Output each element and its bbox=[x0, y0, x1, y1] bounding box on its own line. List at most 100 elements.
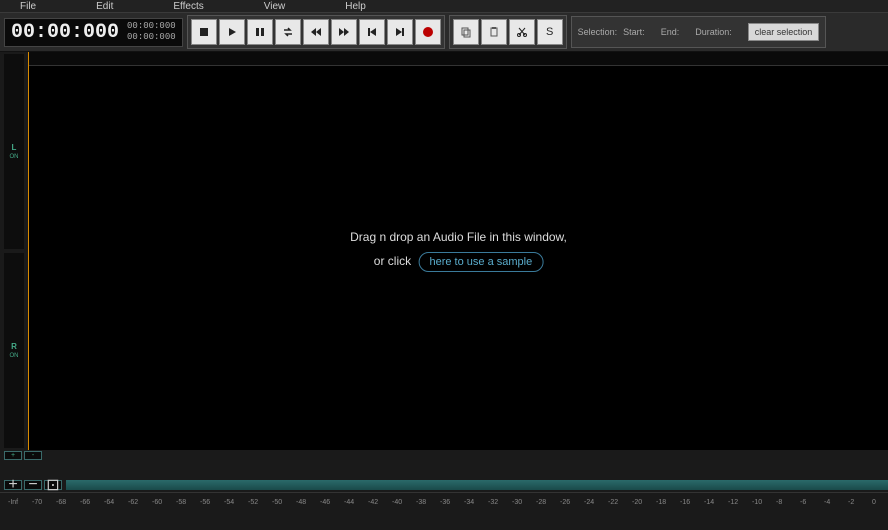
db-tick: -28 bbox=[536, 499, 546, 506]
db-tick: -38 bbox=[416, 499, 426, 506]
s-button[interactable]: S bbox=[537, 19, 563, 45]
db-tick: -16 bbox=[680, 499, 690, 506]
main-area: L ON R ON Drag n drop an Audio File in t… bbox=[0, 52, 888, 450]
menu-edit[interactable]: Edit bbox=[96, 1, 113, 12]
clipboard-group: S bbox=[449, 15, 567, 49]
forward-icon bbox=[338, 26, 350, 38]
time-sub2: 00:00:000 bbox=[127, 32, 176, 43]
menu-file[interactable]: File bbox=[20, 1, 36, 12]
db-tick: -14 bbox=[704, 499, 714, 506]
pause-button[interactable] bbox=[247, 19, 273, 45]
loop-icon bbox=[282, 26, 294, 38]
vzoom-out-button[interactable]: - bbox=[24, 451, 42, 460]
selection-panel: Selection: Start: End: Duration: clear s… bbox=[571, 16, 827, 48]
clear-selection-button[interactable]: clear selection bbox=[748, 23, 820, 41]
db-tick: -26 bbox=[560, 499, 570, 506]
db-tick: -24 bbox=[584, 499, 594, 506]
time-sub1: 00:00:000 bbox=[127, 21, 176, 32]
db-tick: -12 bbox=[728, 499, 738, 506]
selection-label: Selection: bbox=[578, 27, 618, 37]
db-tick: -18 bbox=[656, 499, 666, 506]
db-tick: -32 bbox=[488, 499, 498, 506]
db-tick: -8 bbox=[776, 499, 782, 506]
db-ruler: -Inf-70-68-66-64-62-60-58-56-54-52-50-48… bbox=[0, 492, 888, 512]
channel-left-label: L bbox=[12, 143, 17, 152]
channel-right[interactable]: R ON bbox=[4, 253, 24, 448]
empty-line1: Drag n drop an Audio File in this window… bbox=[350, 230, 567, 244]
db-tick: -40 bbox=[392, 499, 402, 506]
time-main: 00:00:000 bbox=[11, 21, 119, 44]
cut-button[interactable] bbox=[509, 19, 535, 45]
play-icon bbox=[226, 26, 238, 38]
db-tick: -Inf bbox=[8, 499, 18, 506]
stop-button[interactable] bbox=[191, 19, 217, 45]
rewind-icon bbox=[310, 26, 322, 38]
copy-button[interactable] bbox=[453, 19, 479, 45]
toolbar: 00:00:000 00:00:000 00:00:000 S Selectio… bbox=[0, 12, 888, 52]
loop-button[interactable] bbox=[275, 19, 301, 45]
empty-line2-row: or click here to use a sample bbox=[350, 252, 567, 272]
menu-view[interactable]: View bbox=[264, 1, 286, 12]
hzoom-out-button[interactable]: − bbox=[24, 480, 42, 490]
hzoom-in-button[interactable]: + bbox=[4, 480, 22, 490]
nav-overview[interactable] bbox=[66, 480, 888, 490]
waveform-area[interactable]: Drag n drop an Audio File in this window… bbox=[28, 52, 888, 450]
db-tick: -60 bbox=[152, 499, 162, 506]
time-ruler[interactable] bbox=[29, 52, 888, 66]
db-tick: -42 bbox=[368, 499, 378, 506]
play-button[interactable] bbox=[219, 19, 245, 45]
paste-button[interactable] bbox=[481, 19, 507, 45]
db-tick: -70 bbox=[32, 499, 42, 506]
selection-end-label: End: bbox=[661, 27, 680, 37]
db-tick: -2 bbox=[848, 499, 854, 506]
transport-group bbox=[187, 15, 445, 49]
db-tick: -44 bbox=[344, 499, 354, 506]
vertical-zoom-row: + - bbox=[0, 450, 888, 460]
db-tick: -62 bbox=[128, 499, 138, 506]
channel-sidebar: L ON R ON bbox=[0, 52, 28, 450]
db-tick: -30 bbox=[512, 499, 522, 506]
db-tick: -36 bbox=[440, 499, 450, 506]
channel-left-status: ON bbox=[10, 154, 19, 160]
time-sub: 00:00:000 00:00:000 bbox=[127, 21, 176, 43]
selection-start-label: Start: bbox=[623, 27, 645, 37]
db-tick: -10 bbox=[752, 499, 762, 506]
skip-start-button[interactable] bbox=[359, 19, 385, 45]
db-tick: -6 bbox=[800, 499, 806, 506]
db-tick: -4 bbox=[824, 499, 830, 506]
stop-icon bbox=[198, 26, 210, 38]
rewind-button[interactable] bbox=[303, 19, 329, 45]
channel-right-status: ON bbox=[10, 353, 19, 359]
cut-icon bbox=[516, 26, 528, 38]
db-tick: -68 bbox=[56, 499, 66, 506]
db-tick: -48 bbox=[296, 499, 306, 506]
forward-button[interactable] bbox=[331, 19, 357, 45]
db-tick: -46 bbox=[320, 499, 330, 506]
selection-duration-label: Duration: bbox=[695, 27, 732, 37]
time-display: 00:00:000 00:00:000 00:00:000 bbox=[4, 18, 183, 47]
empty-message: Drag n drop an Audio File in this window… bbox=[350, 230, 567, 272]
use-sample-button[interactable]: here to use a sample bbox=[418, 252, 543, 272]
paste-icon bbox=[488, 26, 500, 38]
record-icon bbox=[423, 27, 433, 37]
skip-end-icon bbox=[394, 26, 406, 38]
channel-left[interactable]: L ON bbox=[4, 54, 24, 249]
db-tick: -52 bbox=[248, 499, 258, 506]
hzoom-fit-button[interactable]: ⊡ bbox=[44, 480, 62, 490]
menu-effects[interactable]: Effects bbox=[173, 1, 203, 12]
menubar: File Edit Effects View Help bbox=[0, 0, 888, 12]
vzoom-in-button[interactable]: + bbox=[4, 451, 22, 460]
db-tick: -58 bbox=[176, 499, 186, 506]
db-tick: -22 bbox=[608, 499, 618, 506]
skip-end-button[interactable] bbox=[387, 19, 413, 45]
db-tick: -66 bbox=[80, 499, 90, 506]
db-tick: 0 bbox=[872, 499, 876, 506]
spacer bbox=[0, 460, 888, 480]
db-tick: -54 bbox=[224, 499, 234, 506]
menu-help[interactable]: Help bbox=[345, 1, 366, 12]
nav-row: + − ⊡ bbox=[0, 480, 888, 492]
channel-right-label: R bbox=[11, 342, 17, 351]
record-button[interactable] bbox=[415, 19, 441, 45]
db-tick: -64 bbox=[104, 499, 114, 506]
db-tick: -20 bbox=[632, 499, 642, 506]
